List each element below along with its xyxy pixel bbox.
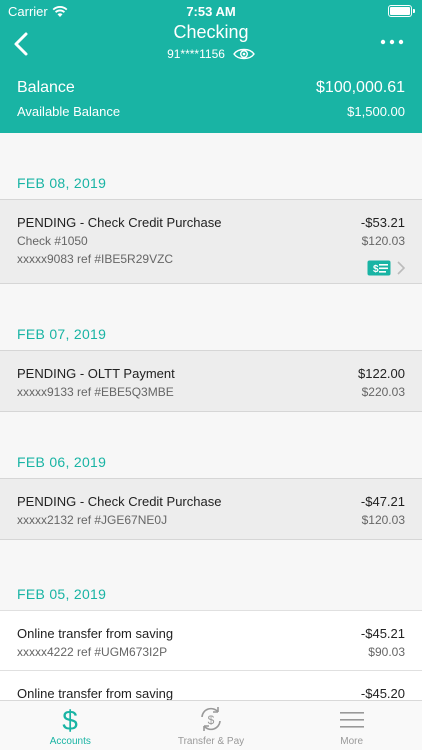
status-bar: Carrier 7:53 AM — [0, 0, 422, 22]
available-balance-label: Available Balance — [17, 104, 121, 119]
menu-icon — [339, 712, 364, 728]
svg-text:$: $ — [208, 713, 215, 727]
transaction-list[interactable]: FEB 08, 2019 PENDING - Check Credit Purc… — [0, 133, 422, 701]
date-header-label: FEB 07, 2019 — [17, 326, 107, 342]
transaction-running-balance: $220.03 — [361, 385, 405, 399]
transaction-amount: $122.00 — [358, 366, 405, 381]
eye-icon[interactable] — [233, 47, 255, 61]
transaction-row[interactable]: PENDING - OLTT Payment $122.00 xxxxx9133… — [0, 350, 422, 412]
transfer-icon: $ — [201, 707, 221, 731]
date-header: FEB 06, 2019 — [0, 412, 422, 478]
tab-accounts[interactable]: $ Accounts — [0, 701, 141, 750]
transaction-title: PENDING - Check Credit Purchase — [17, 215, 222, 230]
transaction-amount: -$47.21 — [360, 494, 405, 509]
battery-icon — [388, 5, 415, 17]
balance-value: $100,000.61 — [316, 79, 405, 96]
transaction-amount: -$45.20 — [360, 686, 405, 701]
check-image-icon[interactable]: $ — [367, 260, 391, 276]
more-options-button[interactable] — [380, 37, 404, 47]
transaction-title: PENDING - Check Credit Purchase — [17, 494, 222, 509]
tab-label: Transfer & Pay — [177, 736, 245, 747]
transaction-running-balance: $120.03 — [361, 513, 405, 527]
transaction-amount: -$53.21 — [360, 215, 405, 230]
dollar-icon: $ — [63, 705, 79, 734]
transaction-title: PENDING - OLTT Payment — [17, 366, 175, 381]
tab-label: More — [340, 736, 364, 747]
transaction-row[interactable]: Online transfer from saving -$45.20 — [0, 671, 422, 701]
available-balance-row: Available Balance $1,500.00 — [17, 104, 405, 119]
balance-row: Balance $100,000.61 — [17, 79, 405, 97]
transaction-reference: xxxxx2132 ref #JGE67NE0J — [17, 513, 168, 527]
tab-more[interactable]: More — [281, 701, 422, 750]
svg-text:$: $ — [373, 264, 379, 275]
page-title: Checking — [173, 22, 249, 42]
account-number-text: 91****1156 — [167, 47, 225, 61]
transaction-row[interactable]: PENDING - Check Credit Purchase -$47.21 … — [0, 478, 422, 540]
transaction-running-balance: $120.03 — [361, 234, 405, 248]
transaction-title: Online transfer from saving — [17, 686, 174, 701]
date-header: FEB 05, 2019 — [0, 540, 422, 610]
transaction-detail: Check #1050 — [17, 234, 88, 248]
balance-label: Balance — [17, 79, 75, 96]
tab-transfer-pay[interactable]: $ Transfer & Pay — [141, 701, 282, 750]
transaction-amount: -$45.21 — [360, 626, 405, 641]
account-number: 91****1156 — [0, 47, 422, 61]
date-header-label: FEB 06, 2019 — [17, 454, 107, 470]
transaction-reference: xxxxx9133 ref #EBE5Q3MBE — [17, 385, 174, 399]
date-header-label: FEB 05, 2019 — [17, 586, 107, 602]
check-image-link[interactable]: $ — [367, 260, 405, 276]
transaction-row[interactable]: PENDING - Check Credit Purchase -$53.21 … — [0, 199, 422, 284]
transaction-row[interactable]: Online transfer from saving -$45.21 xxxx… — [0, 610, 422, 671]
date-header-label: FEB 08, 2019 — [17, 175, 107, 191]
tab-bar: $ Accounts $ Transfer & Pay More — [0, 700, 422, 750]
tab-label: Accounts — [49, 736, 91, 747]
date-header: FEB 08, 2019 — [0, 133, 422, 199]
transaction-running-balance: $90.03 — [368, 645, 405, 659]
transaction-reference: xxxxx9083 ref #IBE5R29VZC — [17, 252, 174, 266]
date-header: FEB 07, 2019 — [0, 284, 422, 350]
available-balance-value: $1,500.00 — [347, 104, 405, 119]
account-header: Carrier 7:53 AM Checking 91****1156 Bala… — [0, 0, 422, 133]
svg-text:$: $ — [63, 705, 79, 734]
transaction-title: Online transfer from saving — [17, 626, 174, 641]
chevron-right-icon — [397, 261, 405, 275]
transaction-reference: xxxxx4222 ref #UGM673I2P — [17, 645, 168, 659]
status-time: 7:53 AM — [186, 4, 236, 19]
